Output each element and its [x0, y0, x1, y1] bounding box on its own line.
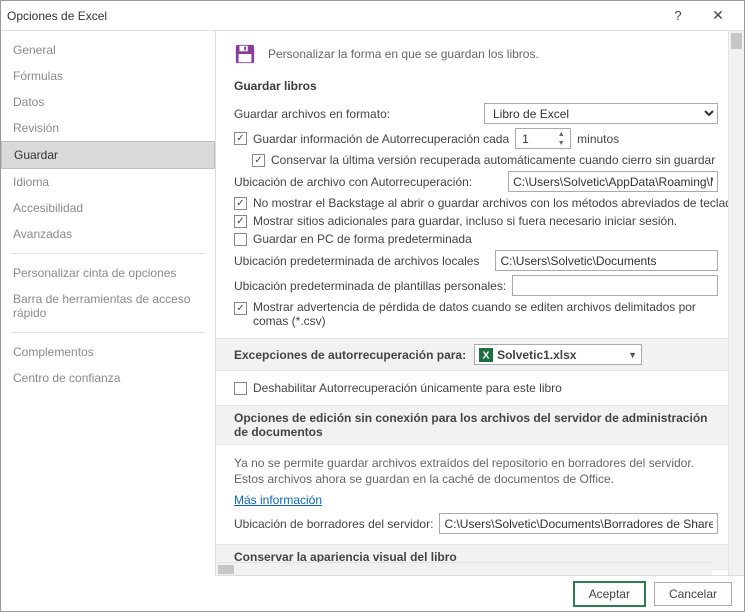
chevron-down-icon: ▼ [628, 350, 637, 360]
sidebar-item-quick-access[interactable]: Barra de herramientas de acceso rápido [1, 286, 215, 326]
sidebar-item-formulas[interactable]: Fórmulas [1, 63, 215, 89]
window-title: Opciones de Excel [7, 9, 658, 23]
default-templates-input[interactable] [512, 275, 718, 296]
ok-button[interactable]: Aceptar [573, 581, 646, 607]
autorecover-minutes-input[interactable] [516, 129, 554, 148]
workbook-select[interactable]: X Solvetic1.xlsx ▼ [474, 344, 642, 365]
default-templates-label: Ubicación predeterminada de plantillas p… [234, 279, 506, 293]
spinner-up[interactable]: ▲ [554, 130, 568, 139]
autorecover-location-input[interactable] [508, 171, 718, 192]
minutes-label: minutos [577, 132, 619, 146]
autorecover-checkbox[interactable] [234, 132, 247, 145]
sidebar-item-advanced[interactable]: Avanzadas [1, 221, 215, 247]
close-button[interactable]: ✕ [698, 7, 738, 24]
sidebar-item-review[interactable]: Revisión [1, 115, 215, 141]
no-backstage-checkbox[interactable] [234, 197, 247, 210]
more-info-link[interactable]: Más información [234, 493, 322, 507]
svg-text:X: X [483, 349, 490, 361]
sidebar-item-customize-ribbon[interactable]: Personalizar cinta de opciones [1, 260, 215, 286]
disable-autorecover-checkbox[interactable] [234, 382, 247, 395]
save-icon [234, 43, 256, 65]
offline-description: Ya no se permite guardar archivos extraí… [234, 455, 718, 487]
default-local-input[interactable] [495, 250, 718, 271]
sidebar-item-language[interactable]: Idioma [1, 169, 215, 195]
sidebar-item-data[interactable]: Datos [1, 89, 215, 115]
autorecover-minutes-spinner[interactable]: ▲▼ [515, 128, 571, 149]
sidebar-item-save[interactable]: Guardar [1, 141, 215, 169]
workbook-name: Solvetic1.xlsx [497, 348, 576, 362]
csv-warning-checkbox[interactable] [234, 302, 247, 315]
autorecover-label: Guardar información de Autorrecuperación… [253, 132, 509, 146]
default-local-label: Ubicación predeterminada de archivos loc… [234, 254, 479, 268]
section-autorecover-exceptions: Excepciones de autorrecuperación para: [234, 348, 466, 362]
sidebar-item-general[interactable]: General [1, 37, 215, 63]
sidebar-item-accessibility[interactable]: Accesibilidad [1, 195, 215, 221]
format-select[interactable]: Libro de Excel [484, 103, 718, 124]
help-button[interactable]: ? [658, 8, 698, 23]
horizontal-scrollbar[interactable] [216, 562, 712, 576]
keep-last-version-checkbox[interactable] [252, 154, 265, 167]
additional-sites-checkbox[interactable] [234, 215, 247, 228]
format-label: Guardar archivos en formato: [234, 107, 390, 121]
no-backstage-label: No mostrar el Backstage al abrir o guard… [253, 196, 728, 210]
csv-warning-label: Mostrar advertencia de pérdida de datos … [253, 300, 718, 328]
drafts-location-input[interactable] [439, 513, 718, 534]
excel-icon: X [479, 348, 493, 362]
drafts-location-label: Ubicación de borradores del servidor: [234, 517, 433, 531]
additional-sites-label: Mostrar sitios adicionales para guardar,… [253, 214, 677, 228]
cancel-button[interactable]: Cancelar [654, 582, 732, 606]
disable-autorecover-label: Deshabilitar Autorrecuperación únicament… [253, 381, 562, 395]
sidebar-item-addins[interactable]: Complementos [1, 339, 215, 365]
sidebar-item-trust-center[interactable]: Centro de confianza [1, 365, 215, 391]
sidebar: General Fórmulas Datos Revisión Guardar … [1, 31, 216, 576]
vertical-scrollbar[interactable] [728, 31, 744, 576]
save-pc-default-checkbox[interactable] [234, 233, 247, 246]
section-offline-editing: Opciones de edición sin conexión para lo… [234, 411, 718, 439]
spinner-down[interactable]: ▼ [554, 139, 568, 148]
save-pc-default-label: Guardar en PC de forma predeterminada [253, 232, 472, 246]
autorecover-location-label: Ubicación de archivo con Autorrecuperaci… [234, 175, 472, 189]
section-save-books: Guardar libros [234, 79, 718, 93]
page-subtitle: Personalizar la forma en que se guardan … [268, 47, 539, 61]
keep-last-version-label: Conservar la última versión recuperada a… [271, 153, 715, 167]
